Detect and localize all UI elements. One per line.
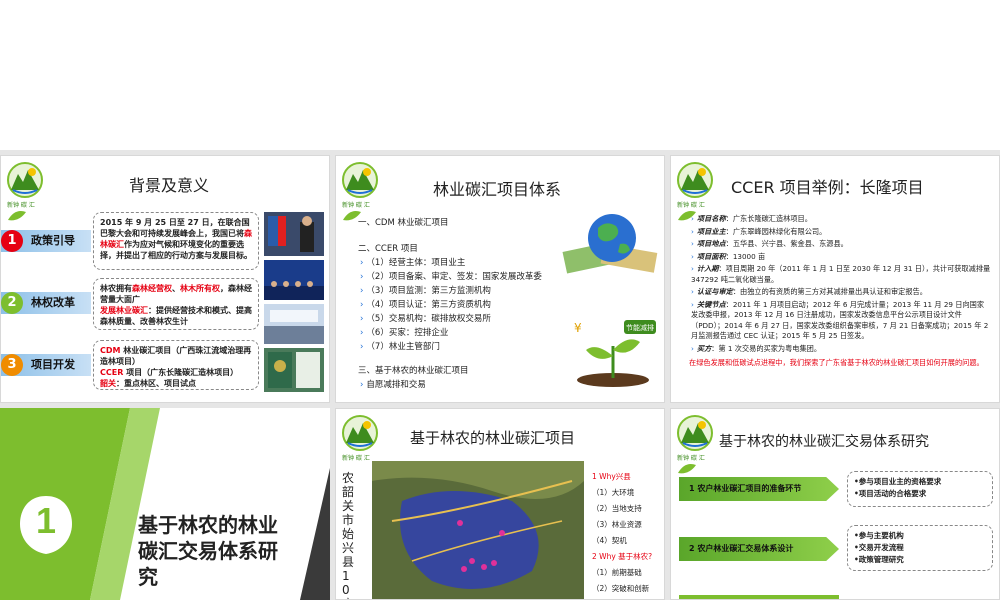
- bar-label: 政策引导: [31, 234, 75, 247]
- bar-label: 林权改革: [31, 296, 75, 309]
- list-item: › （3）项目监测：第三方监测机构: [360, 286, 491, 296]
- logo-icon: 新钟 碳 汇: [342, 162, 378, 209]
- conference-photo: [264, 212, 324, 256]
- list-item: › 自愿减排和交易: [360, 380, 426, 390]
- slide-section-cover[interactable]: 1 基于林农的林业碳汇交易体系研究: [0, 408, 330, 600]
- section-title: 基于林农的林业碳汇交易体系研究: [138, 513, 278, 589]
- list-item: （1）大环境: [592, 488, 635, 497]
- number-badge-1: 1: [1, 230, 23, 252]
- svg-text:新钟 碳 汇: 新钟 碳 汇: [7, 201, 35, 209]
- step-bar-1: 1 农户林业碳汇项目的准备环节: [679, 477, 839, 501]
- bar-label: 项目开发: [31, 358, 75, 371]
- detail-item: › 项目名称：广东长隆碳汇造林项目。: [691, 214, 812, 223]
- svg-text:新钟 碳 汇: 新钟 碳 汇: [342, 454, 370, 462]
- bullet-point: •交易开发流程: [854, 543, 904, 552]
- slide-background-significance[interactable]: 新钟 碳 汇 背景及意义 政策引导 1 2015 年 9 月 25 日至 27 …: [0, 155, 330, 403]
- footer-note: 在绿色发展和低碳试点进程中，我们探索了广东省基于林农的林业碳汇项目如何开展的问题…: [689, 358, 984, 367]
- svg-text:新钟 碳 汇: 新钟 碳 汇: [342, 201, 370, 209]
- svg-text:¥: ¥: [574, 321, 582, 335]
- top-blank-area: [0, 0, 1000, 150]
- why-head: 1 Why兴县: [592, 472, 631, 481]
- list-item: （3）林业资源: [592, 520, 642, 529]
- section-ccer: 二、CCER 项目: [358, 244, 418, 254]
- slide-title: 林业碳汇项目体系: [433, 180, 562, 199]
- project-detail-list: › 项目名称：广东长隆碳汇造林项目。 › 项目业主：广东翠峰园林绿化有限公司。 › 项…: [691, 214, 991, 356]
- section-farmer-based: 三、基于林农的林业碳汇项目: [358, 366, 469, 376]
- globe-money-image: [562, 214, 658, 274]
- logo-icon: 新钟 碳 汇: [677, 415, 713, 462]
- project-text-box: CDM 林业碳汇项目（广西珠江流域治理再造林项目） CCER 项目（广东长隆碳汇造…: [93, 340, 259, 390]
- bullet-point: •参与主要机构: [854, 531, 904, 540]
- detail-item: › 项目业主：广东翠峰园林绿化有限公司。: [691, 226, 827, 236]
- why-head: 2 Why 基于林农?: [592, 552, 653, 561]
- satellite-map-image: [372, 461, 584, 599]
- forum-photo: [264, 260, 324, 300]
- logo-icon: 新钟 碳 汇: [7, 162, 43, 209]
- list-item: （2）突破和创新: [592, 584, 650, 593]
- list-item: › （6）买家：控排企业: [360, 328, 449, 338]
- number-badge-2: 2: [1, 292, 23, 314]
- list-item: （4）契机: [592, 536, 627, 545]
- why-list: 1 Why兴县 （1）大环境 （2）当地支持 （3）林业资源 （4）契机 2 W…: [592, 469, 664, 597]
- energy-saving-plant-image: 节能减排 ¥: [574, 320, 656, 387]
- logo-icon: 新钟 碳 汇: [342, 415, 378, 462]
- list-item: › （2）项目备案、审定、签发：国家发展改革委: [360, 272, 542, 282]
- leaf-icon: [8, 211, 26, 221]
- svg-text:新钟 碳 汇: 新钟 碳 汇: [677, 454, 705, 462]
- detail-item: › 项目面积：13000 亩: [691, 251, 766, 261]
- step-bar-3-partial: [679, 595, 839, 599]
- bullet-point: •项目活动的合格要求: [854, 489, 927, 498]
- list-item: （2）当地支持: [592, 504, 642, 513]
- reform-text-box: 林农拥有森林经营权、林木所有权，森林经营量大面广 发展林业碳汇：提供经营技术和模式…: [93, 278, 259, 330]
- detail-item: › 认证与审定：由独立的有资质的第三方对其减排量出具认证和审定报告。: [691, 287, 927, 296]
- step-points-box-2: •参与主要机构 •交易开发流程 •政策管理研究: [847, 525, 993, 571]
- list-item: › （7）林业主管部门: [360, 342, 440, 352]
- slide-title: 背景及意义: [129, 176, 210, 195]
- vertical-caption: 农 韶关市始兴县10户林: [342, 471, 355, 599]
- slide-farmer-based-project[interactable]: 新钟 碳 汇 基于林农的林业碳汇项目 农 韶关市始兴县10户林 1 Why兴县 …: [335, 408, 665, 600]
- bullet-point: •参与项目业主的资格要求: [854, 477, 942, 486]
- bullet-point: •政策管理研究: [854, 555, 904, 564]
- policy-text-box: 2015 年 9 月 25 日至 27 日，在联合国巴黎大会和可持续发展峰会上，…: [93, 212, 259, 270]
- section-cdm: 一、CDM 林业碳汇项目: [358, 218, 449, 228]
- detail-item: › 买方：第 1 次交易的买家为粤电集团。: [691, 343, 822, 353]
- step-label: 2 农户林业碳汇交易体系设计: [689, 544, 794, 553]
- step-points-box-1: •参与项目业主的资格要求 •项目活动的合格要求: [847, 471, 993, 507]
- slide-trading-system-research[interactable]: 新钟 碳 汇 基于林农的林业碳汇交易体系研究 1 农户林业碳汇项目的准备环节 •…: [670, 408, 1000, 600]
- leaf-icon: [678, 464, 696, 474]
- meeting-hall-photo: [264, 304, 324, 344]
- list-item: › （1）经营主体：项目业主: [360, 258, 466, 268]
- logo-icon: 新钟 碳 汇: [677, 162, 713, 209]
- section-number: 1: [35, 500, 57, 541]
- certificate-photo: [264, 348, 324, 392]
- slide-title: 基于林农的林业碳汇交易体系研究: [719, 434, 929, 450]
- detail-item: › 关键节点：2011 年 1 月项目启动；2012 年 6 月完成计量；2013…: [691, 299, 989, 341]
- list-item: › （5）交易机构：碳排放权交易所: [360, 314, 491, 324]
- list-item: （1）前期基础: [592, 568, 642, 577]
- slide-title: CCER 项目举例：长隆项目: [731, 178, 924, 197]
- svg-text:新钟 碳 汇: 新钟 碳 汇: [677, 201, 705, 209]
- sign-text: 节能减排: [626, 323, 654, 332]
- slide-forestry-carbon-system[interactable]: 新钟 碳 汇 林业碳汇项目体系 一、CDM 林业碳汇项目 二、CCER 项目 ›…: [335, 155, 665, 403]
- step-label: 1 农户林业碳汇项目的准备环节: [689, 484, 802, 493]
- step-bar-2: 2 农户林业碳汇交易体系设计: [679, 537, 839, 561]
- detail-item: › 计入期：项目周期 20 年（2011 年 1 月 1 日至 2030 年 12…: [691, 264, 991, 284]
- slide-title: 基于林农的林业碳汇项目: [410, 429, 576, 447]
- list-item: › （4）项目认证：第三方资质机构: [360, 300, 491, 310]
- number-badge-3: 3: [1, 354, 23, 376]
- detail-item: › 项目地点：五华县、兴宁县、紫金县、东源县。: [691, 239, 848, 248]
- slide-ccer-example[interactable]: 新钟 碳 汇 CCER 项目举例：长隆项目 › 项目名称：广东长隆碳汇造林项目。 …: [670, 155, 1000, 403]
